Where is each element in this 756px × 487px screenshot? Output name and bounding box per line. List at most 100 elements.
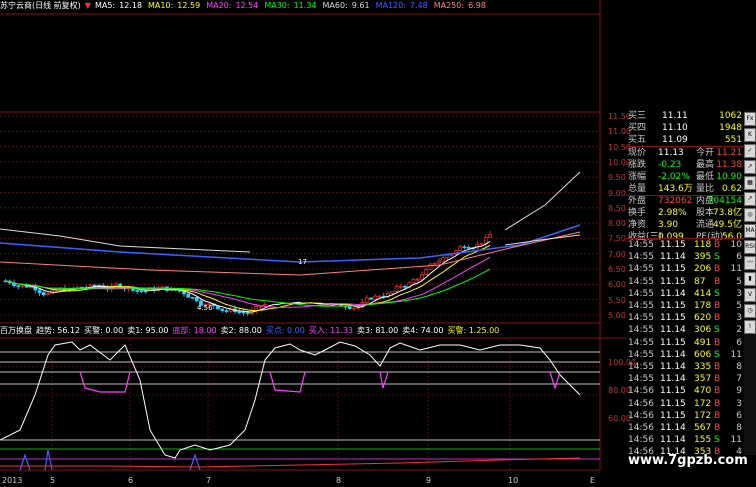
- tick-price: 11.15: [660, 240, 686, 250]
- order-book-row[interactable]: 买三 11.11 1062: [626, 110, 744, 122]
- grid-icon[interactable]: ▦: [744, 176, 756, 190]
- tick-price: 11.14: [660, 349, 686, 360]
- price-tick-label: 8.50: [608, 203, 626, 213]
- stat-value: 143.6万: [658, 184, 693, 194]
- tick-volume: 357: [694, 374, 712, 385]
- tick-direction: B: [714, 410, 721, 421]
- check-icon[interactable]: ✓: [744, 144, 756, 158]
- tick-row[interactable]: 14:55 11.14 335 B 8: [626, 361, 744, 373]
- tick-volume: 606: [694, 349, 712, 360]
- stat-label: 外盘: [628, 196, 647, 206]
- stat-label: 最低: [696, 172, 715, 182]
- volume-icon[interactable]: V: [744, 288, 756, 302]
- order-volume: 1062: [719, 111, 742, 121]
- order-book-row[interactable]: 买四 11.10 1948: [626, 122, 744, 134]
- indicator-item: 卖3: 81.00: [357, 326, 399, 335]
- bar-icon[interactable]: ▮: [744, 272, 756, 286]
- date-label: 2013年: [2, 476, 23, 487]
- tick-row[interactable]: 14:55 11.14 357 B 7: [626, 373, 744, 385]
- tick-row[interactable]: 14:56 11.15 172 B 3: [626, 398, 744, 410]
- tick-time: 14:55: [628, 288, 654, 299]
- tick-count: 6: [736, 337, 742, 348]
- corner-label: E: [590, 476, 596, 485]
- order-label: 买五: [628, 135, 647, 145]
- tick-row[interactable]: 14:55 11.14 306 S 2: [626, 324, 744, 336]
- chart-icon[interactable]: K: [744, 128, 756, 142]
- tick-row[interactable]: 14:56 11.14 155 S 11: [626, 434, 744, 446]
- tick-row[interactable]: 14:55 11.15 178 B 5: [626, 300, 744, 312]
- tick-row[interactable]: 14:56 11.15 470 B 9: [626, 385, 744, 397]
- macd-icon[interactable]: MA: [744, 224, 756, 238]
- quote-stat-row: 换手 2.98% 股本 73.8亿: [626, 207, 744, 219]
- trend-icon[interactable]: ↗: [744, 192, 756, 206]
- tick-count: 9: [736, 386, 742, 397]
- date-label: 7: [206, 476, 212, 485]
- stat-label: 最高: [696, 160, 715, 170]
- tick-count: 10: [730, 240, 742, 250]
- quote-stat-row: 总量 143.6万 量比 0.62: [626, 183, 744, 195]
- fx-icon[interactable]: Fx: [744, 112, 756, 126]
- watermark-text: www.7gpzb.com: [628, 453, 748, 468]
- stat-value: 11.13: [658, 148, 684, 158]
- tick-count: 3: [736, 398, 742, 409]
- tick-direction: B: [714, 386, 721, 397]
- quote-stat-row: 外盘 732062 内盘 704154: [626, 195, 744, 207]
- tick-direction: B: [714, 264, 721, 275]
- indicator-item: 卖4: 74.00: [402, 326, 444, 335]
- tick-row[interactable]: 14:55 11.14 606 S 11: [626, 349, 744, 361]
- stat-label: 净资: [628, 220, 647, 230]
- tick-price: 11.15: [660, 386, 686, 397]
- rsi-icon[interactable]: RSI: [744, 240, 756, 254]
- order-price: 11.11: [662, 111, 688, 121]
- tick-row[interactable]: 14:55 11.15 491 B 6: [626, 337, 744, 349]
- tick-volume: 395: [694, 252, 712, 263]
- tick-row[interactable]: 14:55 11.14 395 S 6: [626, 251, 744, 263]
- tick-volume: 155: [694, 435, 712, 446]
- stat-value: 10.90: [716, 172, 742, 182]
- tick-time: 14:55: [628, 264, 654, 275]
- tick-row[interactable]: 14:55 11.15 87 B 5: [626, 276, 744, 288]
- tick-row[interactable]: 14:55 11.15 118 B 10: [626, 239, 744, 251]
- tick-price: 11.15: [660, 264, 686, 275]
- tick-direction: S: [714, 435, 720, 446]
- tick-count: 6: [736, 410, 742, 421]
- tick-price: 11.15: [660, 337, 686, 348]
- tick-time: 14:56: [628, 410, 654, 421]
- date-label: 8: [336, 476, 342, 485]
- tick-price: 11.14: [660, 252, 686, 263]
- zoom-icon[interactable]: ◎: [744, 208, 756, 222]
- tick-price: 11.15: [660, 410, 686, 421]
- signal-icon[interactable]: !: [744, 320, 756, 334]
- tick-price: 11.15: [660, 313, 686, 324]
- low-annotation: 4.56: [197, 304, 213, 312]
- clock-icon[interactable]: ◷: [744, 304, 756, 318]
- trend-icon[interactable]: ↗: [744, 160, 756, 174]
- price-tick-label: 7.00: [608, 249, 626, 259]
- high-annotation: 17: [298, 258, 307, 266]
- tick-row[interactable]: 14:55 11.15 620 B 3: [626, 312, 744, 324]
- tick-direction: B: [714, 398, 721, 409]
- tick-time: 14:55: [628, 374, 654, 385]
- tick-time: 14:56: [628, 398, 654, 409]
- date-label: 6: [128, 476, 134, 485]
- tick-row[interactable]: 14:55 11.14 414 S 3: [626, 288, 744, 300]
- tick-row[interactable]: 14:55 11.15 206 B 11: [626, 263, 744, 275]
- tick-volume: 206: [694, 264, 712, 275]
- tick-price: 11.14: [660, 423, 686, 433]
- quote-stat-row: 涨幅 -2.02% 最低 10.90: [626, 171, 744, 183]
- tick-price: 11.15: [660, 301, 686, 311]
- tick-count: 2: [736, 325, 742, 336]
- price-tick-label: 5.50: [608, 295, 626, 305]
- stat-label: 换手: [628, 208, 647, 218]
- tick-row[interactable]: 14:56 11.14 567 B 8: [626, 422, 744, 434]
- price-tick-label: 6.00: [608, 280, 626, 290]
- indicator-item: 卖2: 88.00: [220, 326, 262, 335]
- order-label: 买四: [628, 123, 647, 133]
- stat-value: 11.38: [716, 160, 742, 170]
- order-book-row[interactable]: 买五 11.09 551: [626, 134, 744, 146]
- line-icon[interactable]: 〰: [744, 256, 756, 270]
- tick-volume: 87: [694, 276, 706, 287]
- tick-row[interactable]: 14:56 11.15 172 B 6: [626, 410, 744, 422]
- quote-stat-row: 涨跌 -0.23 最高 11.38: [626, 159, 744, 171]
- indicator-legend: 百万换盘 趋势: 56.12 买警: 0.00 卖1: 95.00 底部: 18.00 卖…: [0, 325, 503, 337]
